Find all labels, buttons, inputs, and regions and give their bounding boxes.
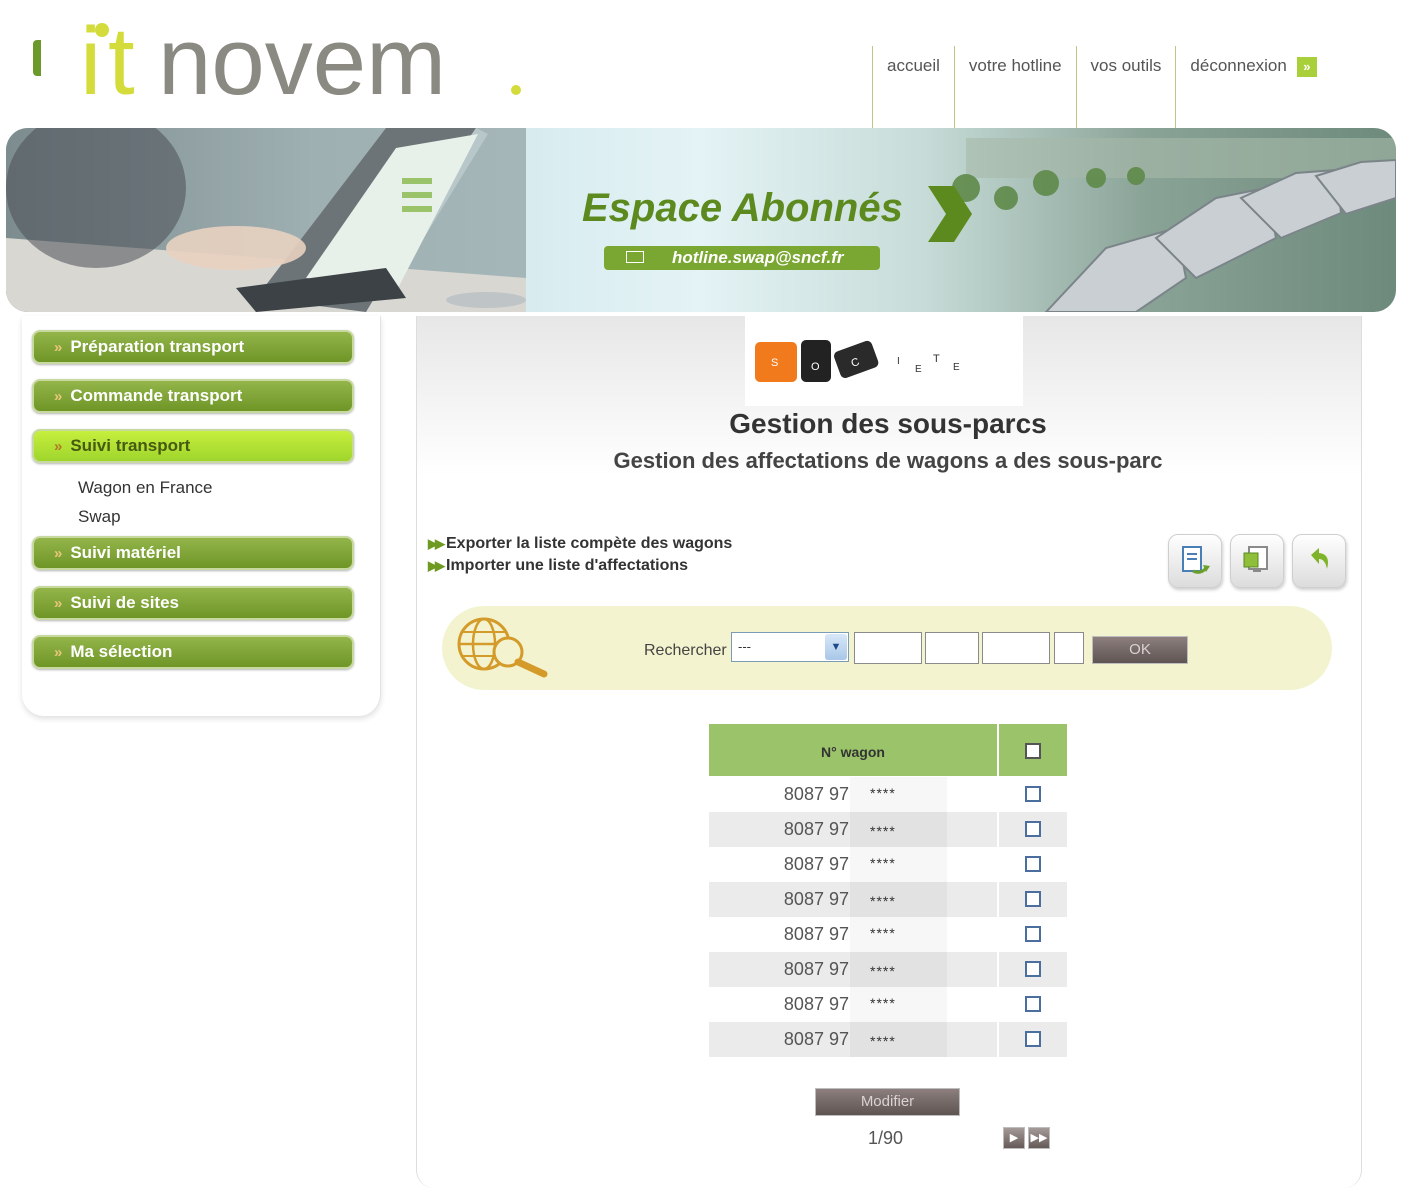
hotline-email-badge[interactable]: hotline.swap@sncf.fr (604, 246, 880, 270)
wagon-number: 8087 97 (783, 784, 849, 804)
table-row: 8087 97 **** (709, 882, 1067, 917)
table-row: 8087 97 **** (709, 777, 1067, 812)
svg-text:t: t (108, 14, 135, 110)
search-field-2[interactable] (925, 632, 979, 664)
row-checkbox[interactable] (1025, 856, 1041, 872)
search-field-4[interactable] (1054, 632, 1084, 664)
double-arrow-icon: ▶▶ (428, 536, 445, 551)
wagon-number-mask: **** (850, 1022, 947, 1057)
chevron-icon: » (54, 595, 63, 612)
last-page-icon[interactable]: ▶▶ (1028, 1127, 1050, 1149)
table-row: 8087 97 **** (709, 917, 1067, 952)
modify-button[interactable]: Modifier (815, 1088, 960, 1116)
wagon-number-mask: **** (850, 952, 947, 987)
globe-search-icon (457, 617, 548, 678)
itnovem-logo[interactable]: i t novem (80, 14, 540, 110)
wagon-number: 8087 97 (783, 1029, 849, 1049)
table-row: 8087 97 **** (709, 812, 1067, 847)
societe-logo: S O C I E T E (745, 312, 1023, 406)
table-header-select-all (999, 724, 1067, 776)
sidebar-sublink-wagon-en-france[interactable]: Wagon en France (78, 478, 213, 498)
pagination-indicator: 1/90 (868, 1128, 904, 1148)
wagon-number-mask: **** (850, 847, 947, 882)
wagon-number: 8087 97 (783, 924, 849, 944)
svg-text:i: i (80, 14, 101, 110)
select-all-checkbox[interactable] (1025, 743, 1041, 759)
chevron-icon: » (54, 339, 63, 356)
table-row: 8087 97 **** (709, 1022, 1067, 1057)
page-title: Gestion des sous-parcs (729, 408, 1047, 439)
wagon-number-mask: **** (850, 777, 947, 812)
sidebar-item-suivi-materiel[interactable]: » Suivi matériel (32, 536, 354, 570)
wagon-number: 8087 97 (783, 994, 849, 1014)
logo-edge-mark (33, 40, 41, 76)
wagon-number: 8087 97 (783, 889, 849, 909)
sidebar-item-preparation-transport[interactable]: » Préparation transport (32, 330, 354, 364)
wagon-number-mask: **** (850, 812, 947, 847)
logo-letter-t: T (933, 353, 940, 365)
wagon-number-mask: **** (850, 987, 947, 1022)
wagon-number-mask: **** (850, 917, 947, 952)
page-subtitle: Gestion des affectations de wagons a des… (613, 448, 1163, 473)
table-row: 8087 97 **** (709, 952, 1067, 987)
row-checkbox[interactable] (1025, 926, 1041, 942)
row-checkbox[interactable] (1025, 821, 1041, 837)
chevron-icon: » (54, 644, 63, 661)
wagon-number: 8087 97 (783, 819, 849, 839)
search-field-1[interactable] (854, 632, 922, 664)
chevron-icon: » (54, 545, 63, 562)
sidebar-item-commande-transport[interactable]: » Commande transport (32, 379, 354, 413)
search-ok-button[interactable]: OK (1092, 636, 1188, 664)
chevron-icon: » (54, 438, 63, 455)
nav-hotline[interactable]: votre hotline (953, 46, 1076, 128)
row-checkbox[interactable] (1025, 891, 1041, 907)
nav-outils[interactable]: vos outils (1075, 46, 1176, 128)
sidebar-item-suivi-de-sites[interactable]: » Suivi de sites (32, 586, 354, 620)
wagon-number: 8087 97 (783, 959, 849, 979)
search-field-3[interactable] (982, 632, 1050, 664)
logo-letter-e1: E (915, 364, 922, 375)
search-type-select[interactable]: --- ▼ (731, 632, 849, 662)
logout-arrow-icon[interactable]: » (1296, 56, 1317, 77)
double-arrow-icon: ▶▶ (428, 558, 445, 573)
banner: Espace Abonnés hotline.swap@sncf.fr (6, 128, 1396, 312)
sidebar-item-suivi-transport[interactable]: » Suivi transport (32, 429, 354, 463)
export-button[interactable] (1168, 534, 1222, 588)
back-button[interactable] (1292, 534, 1346, 588)
back-arrow-icon (1311, 548, 1328, 569)
top-navigation: accueil votre hotline vos outils déconne… (872, 46, 1357, 128)
logo-letter-s: S (771, 357, 778, 369)
wagon-number: 8087 97 (783, 854, 849, 874)
table-header-wagon-number: N° wagon (709, 724, 997, 776)
svg-text:novem: novem (158, 14, 446, 110)
nav-accueil[interactable]: accueil (872, 46, 954, 128)
chevron-down-icon[interactable]: ▼ (825, 634, 847, 660)
search-label: Rechercher (644, 642, 727, 659)
logo-letter-e2: E (953, 362, 960, 373)
sidebar: » Préparation transport » Commande transpo… (22, 316, 381, 716)
next-page-icon[interactable]: ▶ (1003, 1127, 1025, 1149)
hotline-email-text: hotline.swap@sncf.fr (672, 248, 844, 267)
export-document-icon (1182, 546, 1210, 574)
table-row: 8087 97 **** (709, 847, 1067, 882)
row-checkbox[interactable] (1025, 1031, 1041, 1047)
chevron-icon: » (54, 388, 63, 405)
row-checkbox[interactable] (1025, 786, 1041, 802)
table-row: 8087 97 **** (709, 987, 1067, 1022)
search-select-value: --- (738, 639, 751, 654)
row-checkbox[interactable] (1025, 996, 1041, 1012)
logo-letter-o: O (811, 361, 820, 373)
sidebar-sublink-swap[interactable]: Swap (78, 507, 121, 527)
import-list-link[interactable]: ▶▶ Importer une liste d'affectations (428, 557, 688, 575)
nav-deconnexion[interactable]: déconnexion» (1175, 46, 1356, 128)
logo-letter-i: I (897, 356, 900, 367)
wagon-number-mask: **** (850, 882, 947, 917)
import-button[interactable] (1230, 534, 1284, 588)
mail-icon (626, 251, 644, 263)
export-list-link[interactable]: ▶▶ Exporter la liste compète des wagons (428, 535, 732, 553)
sidebar-item-ma-selection[interactable]: » Ma sélection (32, 635, 354, 669)
row-checkbox[interactable] (1025, 961, 1041, 977)
import-document-icon (1243, 546, 1268, 572)
banner-title: Espace Abonnés (582, 186, 903, 230)
